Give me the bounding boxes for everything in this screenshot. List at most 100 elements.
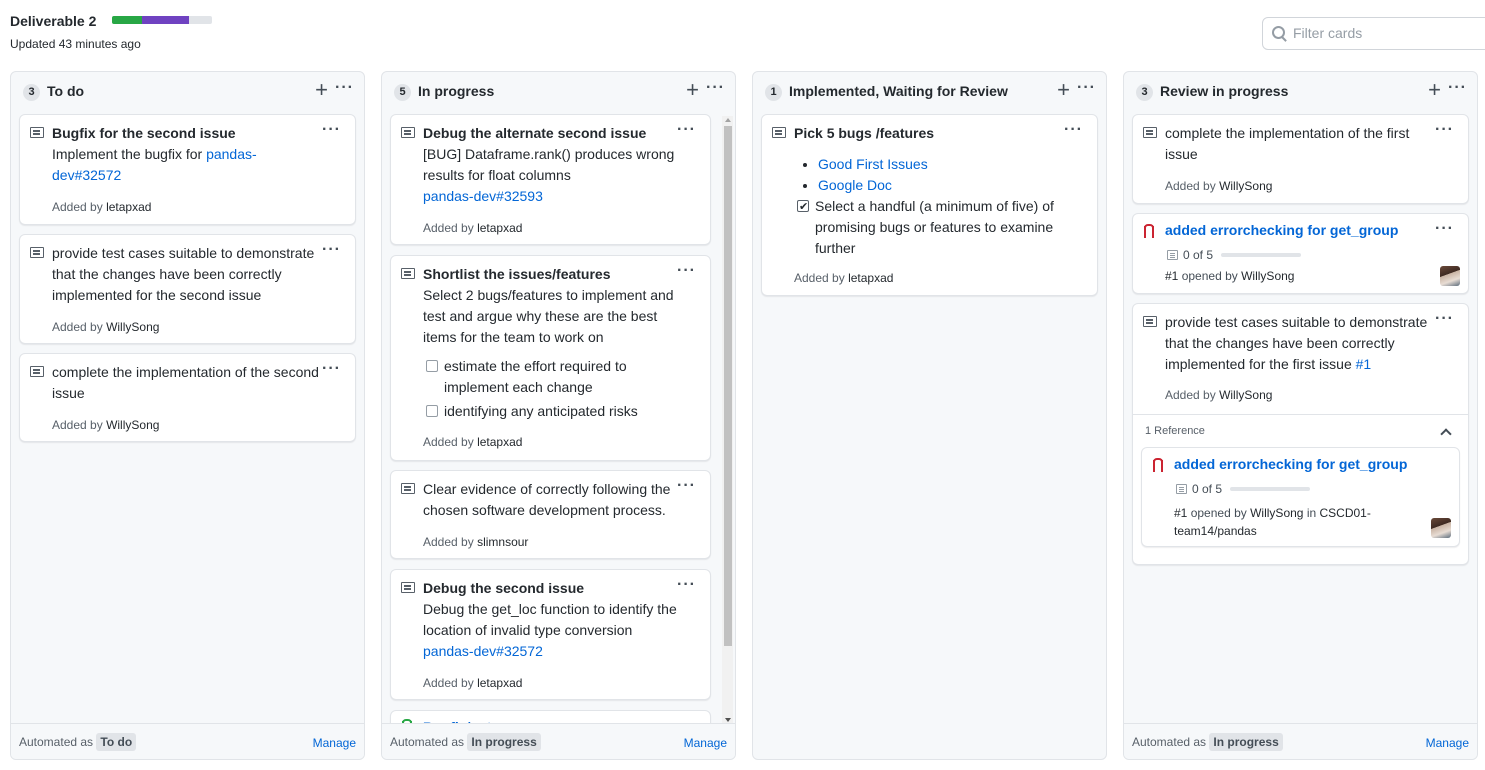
reference-pull-request[interactable]: added errorchecking for get_group 0 of 5… (1141, 447, 1460, 547)
avatar[interactable] (1431, 518, 1451, 538)
scroll-down-arrow[interactable] (725, 718, 731, 722)
pull-request-number[interactable]: #1 (1174, 506, 1187, 520)
pull-request-meta: #1 opened by WillySong in CSCD01-team14/… (1174, 506, 1371, 538)
card-content: Clear evidence of correctly following th… (423, 479, 680, 521)
column-implemented-waiting-for-review: 1 Implemented, Waiting for Review + ··· … (752, 71, 1107, 760)
issue-link[interactable]: #1 (1356, 356, 1372, 372)
pull-request-title[interactable]: added errorchecking for get_group (1165, 222, 1398, 238)
note-icon (30, 247, 44, 258)
column-title: Implemented, Waiting for Review (789, 83, 1008, 99)
task-progress-bar (1230, 487, 1310, 491)
pull-request-icon (1143, 224, 1155, 238)
card-author[interactable]: letapxad (477, 676, 522, 690)
pull-request-author[interactable]: WillySong (1250, 506, 1303, 520)
manage-automation-link[interactable]: Manage (1426, 736, 1469, 750)
note-icon (30, 366, 44, 377)
card-author[interactable]: WillySong (106, 418, 159, 432)
add-card-button[interactable]: + (315, 79, 328, 101)
card-note[interactable]: ··· provide test cases suitable to demon… (1132, 303, 1469, 565)
automation-label: Automated as In progress (390, 733, 541, 751)
card-title: Pick 5 bugs /features (794, 125, 935, 141)
task-text: Select a handful (a minimum of five) of … (815, 198, 1054, 256)
filter-cards-box[interactable] (1262, 17, 1485, 50)
column-scrollbar[interactable] (722, 116, 733, 724)
card-added-by: Added by WillySong (1165, 179, 1273, 193)
card-note[interactable]: ··· Clear evidence of correctly followin… (390, 470, 711, 559)
scroll-up-arrow[interactable] (725, 118, 731, 122)
manage-automation-link[interactable]: Manage (313, 736, 356, 750)
card-added-by: Added by WillySong (52, 320, 160, 334)
add-card-button[interactable]: + (1428, 79, 1441, 101)
card-note[interactable]: ··· Debug the second issue Debug the get… (390, 569, 711, 700)
column-menu-button[interactable]: ··· (1077, 80, 1096, 96)
project-header: Deliverable 2 Updated 43 minutes ago (10, 12, 213, 52)
card-author[interactable]: letapxad (848, 271, 893, 285)
task-checkbox[interactable] (426, 405, 438, 417)
task-checkbox-checked[interactable] (797, 197, 809, 218)
column-menu-button[interactable]: ··· (706, 80, 725, 96)
column-header: 5 In progress + ··· (382, 72, 735, 112)
pull-request-title[interactable]: added errorchecking for get_group (1174, 456, 1407, 472)
column-title: To do (47, 83, 85, 99)
card-note[interactable]: ··· complete the implementation of the f… (1132, 114, 1469, 204)
column-review-in-progress: 3 Review in progress + ··· ··· complete … (1123, 71, 1478, 760)
card-note[interactable]: ··· Pick 5 bugs /features Good First Iss… (761, 114, 1098, 296)
card-author[interactable]: letapxad (477, 221, 522, 235)
add-card-button[interactable]: + (686, 79, 699, 101)
manage-automation-link[interactable]: Manage (684, 736, 727, 750)
task-progress-bar (1221, 253, 1301, 257)
task-checkbox[interactable] (426, 360, 438, 372)
avatar[interactable] (1440, 266, 1460, 286)
card-author[interactable]: letapxad (477, 435, 522, 449)
pull-request-author[interactable]: WillySong (1241, 269, 1294, 283)
card-note[interactable]: ··· provide test cases suitable to demon… (19, 234, 356, 344)
card-note[interactable]: ··· Debug the alternate second issue [BU… (390, 114, 711, 245)
automation-badge: To do (96, 733, 137, 751)
progress-done-segment (112, 16, 143, 25)
card-count-badge: 1 (765, 84, 782, 101)
column-header: 3 To do + ··· (11, 72, 364, 112)
card-content: provide test cases suitable to demonstra… (1165, 312, 1438, 375)
card-author[interactable]: letapxad (106, 200, 151, 214)
chevron-up-icon[interactable] (1440, 428, 1452, 440)
card-note[interactable]: ··· Shortlist the issues/features Select… (390, 255, 711, 461)
issue-link[interactable]: pandas-dev#32572 (423, 643, 543, 659)
column-title: Review in progress (1160, 83, 1289, 99)
card-author[interactable]: WillySong (1219, 388, 1272, 402)
tasks-icon (1176, 484, 1187, 494)
add-card-button[interactable]: + (1057, 79, 1070, 101)
card-author[interactable]: WillySong (106, 320, 159, 334)
card-text: complete the implementation of the first… (1165, 125, 1410, 162)
card-author[interactable]: slimnsour (477, 535, 528, 549)
divider (1133, 414, 1468, 415)
column-menu-button[interactable]: ··· (335, 80, 354, 96)
card-added-by: Added by letapxad (794, 271, 894, 285)
card-pull-request[interactable]: ··· added errorchecking for get_group 0 … (1132, 213, 1469, 294)
scrollbar-thumb[interactable] (724, 126, 732, 646)
filter-cards-input[interactable] (1293, 25, 1473, 41)
note-icon (401, 268, 415, 279)
card-note[interactable]: ··· Bugfix for the second issue Implemen… (19, 114, 356, 225)
pull-request-number[interactable]: #1 (1165, 269, 1178, 283)
card-menu-button[interactable]: ··· (1435, 221, 1454, 237)
task-progress-text: 0 of 5 (1192, 482, 1223, 496)
task-text: estimate the effort required to implemen… (444, 358, 627, 395)
automation-badge: In progress (467, 733, 541, 751)
updated-timestamp: Updated 43 minutes ago (10, 37, 141, 52)
good-first-issues-link[interactable]: Good First Issues (818, 156, 928, 172)
card-content: Bugfix for the second issue Implement th… (52, 123, 325, 186)
task-item: identifying any anticipated risks (423, 401, 680, 422)
card-title: Bugfix for the second issue (52, 125, 236, 141)
google-doc-link[interactable]: Google Doc (818, 177, 892, 193)
card-note[interactable]: ··· complete the implementation of the s… (19, 353, 356, 442)
column-footer: Automated as In progress Manage (1124, 723, 1477, 759)
note-icon (772, 127, 786, 138)
card-text: Implement the bugfix for (52, 146, 207, 162)
card-title: Shortlist the issues/features (423, 266, 611, 282)
note-icon (1143, 316, 1157, 327)
card-count-badge: 3 (23, 84, 40, 101)
card-content: Pick 5 bugs /features Good First Issues … (794, 123, 1067, 259)
card-author[interactable]: WillySong (1219, 179, 1272, 193)
column-menu-button[interactable]: ··· (1448, 80, 1467, 96)
issue-link[interactable]: pandas-dev#32593 (423, 188, 543, 204)
